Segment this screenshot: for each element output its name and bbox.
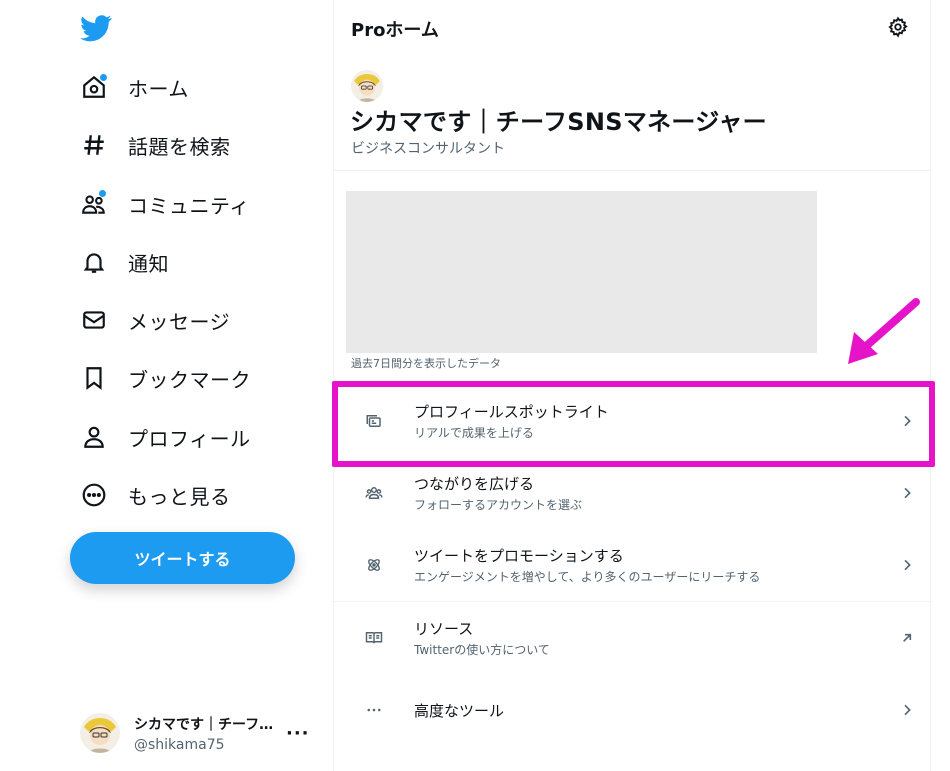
open-book-icon [364, 628, 384, 648]
people-group-icon [364, 483, 384, 503]
row-promote-tweet[interactable]: ツイートをプロモーションする エンゲージメントを増やして、より多くのユーザーにリ… [334, 529, 932, 601]
more-circle-icon [78, 479, 110, 511]
nav-item-profile[interactable]: プロフィール [78, 417, 251, 457]
nav-item-bookmarks[interactable]: ブックマーク [78, 358, 251, 398]
bookmark-icon [78, 362, 110, 394]
nav-item-more[interactable]: もっと見る [78, 475, 231, 515]
page-title: Proホーム [351, 20, 439, 41]
communities-icon [78, 188, 110, 220]
chevron-right-icon [904, 559, 911, 571]
profile-category: ビジネスコンサルタント [351, 141, 505, 157]
nav-label: 話題を検索 [128, 134, 231, 159]
nav-label: メッセージ [128, 309, 231, 334]
account-name: シカマです｜チーフSNSマネージャー [134, 716, 274, 733]
gear-icon[interactable] [887, 16, 909, 38]
row-title: ツイートをプロモーションする [414, 547, 624, 565]
row-title: 高度なツール [414, 701, 505, 720]
data-period-caption: 過去7日間分を表示したデータ [351, 357, 501, 370]
spotlight-card-icon [364, 411, 384, 431]
nav-item-messages[interactable]: メッセージ [78, 300, 230, 340]
row-subtitle: エンゲージメントを増やして、より多くのユーザーにリーチする [414, 570, 761, 584]
row-subtitle: フォローするアカウントを選ぶ [414, 498, 583, 512]
bell-icon [78, 246, 110, 278]
nav-label: もっと見る [128, 484, 231, 509]
twitter-bird-icon[interactable] [80, 12, 112, 44]
profile-name: シカマです｜チーフSNSマネージャー [350, 108, 767, 136]
profile-avatar[interactable] [351, 70, 383, 102]
nav-label: コミュニティ [128, 193, 250, 218]
sidebar: ホーム 話題を検索 コミュニティ 通知 メッセージ ブックマーク プロフィール … [0, 0, 333, 771]
row-title: プロフィールスポットライト [414, 403, 609, 421]
row-resources[interactable]: リソース Twitterの使い方について [334, 602, 932, 674]
external-arrow-icon [903, 633, 912, 642]
row-advanced-tools[interactable]: 高度なツール [334, 674, 932, 746]
nav-label: ブックマーク [128, 367, 251, 392]
nav-label: ホーム [128, 76, 189, 101]
envelope-icon [78, 304, 110, 336]
divider [334, 170, 932, 171]
person-icon [78, 421, 110, 453]
row-profile-spotlight[interactable]: プロフィールスポットライト リアルで成果を上げる [334, 385, 932, 457]
avatar [80, 713, 120, 753]
nav-item-explore[interactable]: 話題を検索 [78, 125, 231, 165]
row-expand-connections[interactable]: つながりを広げる フォローするアカウントを選ぶ [334, 457, 932, 529]
account-handle: @shikama75 [134, 736, 225, 753]
chevron-right-icon [904, 415, 911, 427]
nav-label: 通知 [128, 251, 169, 276]
ellipsis-icon [364, 700, 384, 720]
row-title: リソース [414, 620, 474, 638]
promote-atom-icon [364, 555, 384, 575]
account-switcher[interactable]: シカマです｜チーフSNSマネージャー @shikama75 ··· [80, 708, 320, 758]
notification-dot [100, 74, 107, 81]
nav-item-home[interactable]: ホーム [78, 67, 189, 107]
row-subtitle: Twitterの使い方について [414, 643, 550, 657]
chevron-right-icon [904, 487, 911, 499]
notification-dot [99, 190, 106, 197]
row-title: つながりを広げる [414, 475, 535, 493]
nav-item-notifications[interactable]: 通知 [78, 242, 169, 282]
analytics-placeholder [346, 191, 817, 353]
home-icon [78, 71, 110, 103]
more-horizontal-icon[interactable]: ··· [286, 723, 310, 744]
tweet-button[interactable]: ツイートする [70, 532, 295, 584]
nav-item-communities[interactable]: コミュニティ [78, 184, 250, 224]
pro-home-panel: Proホーム シカマです｜チーフSNSマネージャー ビジネスコンサルタント 過去… [333, 0, 932, 771]
nav-label: プロフィール [128, 426, 251, 451]
annotation-arrow-icon [848, 298, 920, 364]
hashtag-icon [78, 129, 110, 161]
chevron-right-icon [904, 704, 911, 716]
row-subtitle: リアルで成果を上げる [414, 426, 534, 440]
